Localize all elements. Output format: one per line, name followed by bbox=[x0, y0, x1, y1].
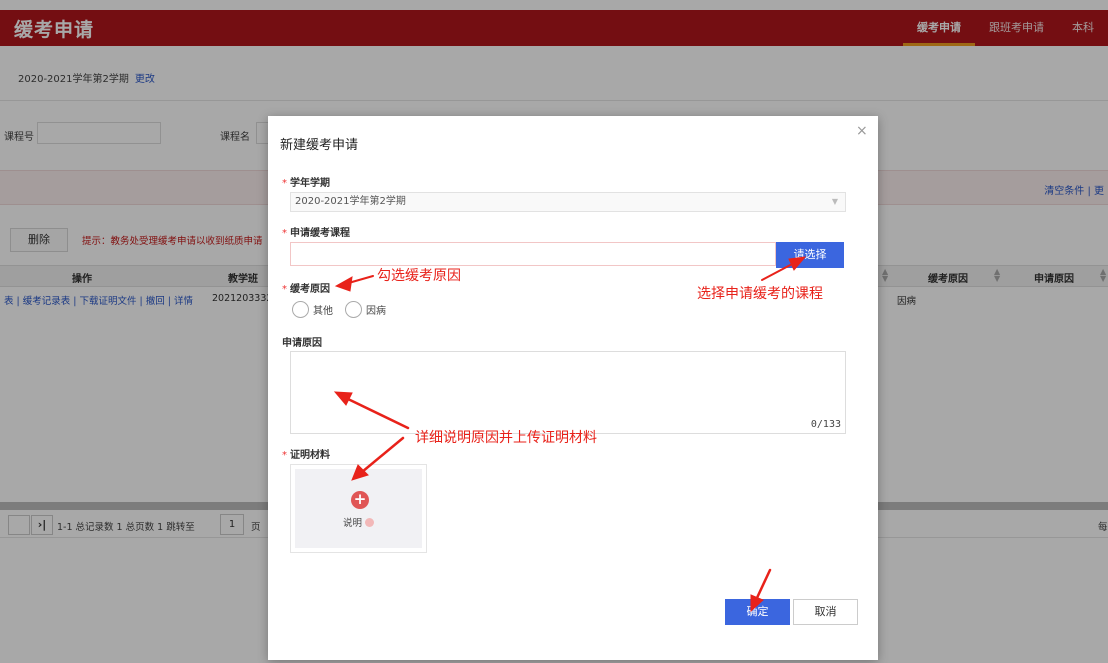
apply-reason-textarea[interactable]: 0/133 bbox=[290, 351, 846, 434]
confirm-button[interactable]: 确定 bbox=[725, 599, 790, 625]
char-count: 0/133 bbox=[810, 419, 841, 430]
required-mark: * bbox=[282, 178, 287, 189]
upload-area[interactable]: + 说明 bbox=[295, 469, 422, 548]
radio-circle[interactable] bbox=[292, 301, 309, 318]
proof-upload[interactable]: + 说明 bbox=[290, 464, 427, 553]
term-select[interactable]: 2020-2021学年第2学期 ▼ bbox=[290, 192, 846, 212]
radio-other[interactable]: 其他 bbox=[292, 301, 333, 318]
course-label: * 申请缓考课程 bbox=[282, 228, 350, 239]
close-icon[interactable]: × bbox=[856, 123, 868, 139]
cancel-button[interactable]: 取消 bbox=[793, 599, 858, 625]
upload-hint: 说明 bbox=[343, 515, 375, 529]
required-mark: * bbox=[282, 228, 287, 239]
proof-label: * 证明材料 bbox=[282, 450, 330, 461]
new-deferral-dialog: 新建缓考申请 × * 学年学期 2020-2021学年第2学期 ▼ * 申请缓考课程… bbox=[268, 116, 878, 660]
radio-illness[interactable]: 因病 bbox=[345, 301, 386, 318]
info-icon[interactable] bbox=[365, 517, 375, 527]
required-mark: * bbox=[282, 284, 287, 295]
annotation-reason: 勾选缓考原因 bbox=[377, 268, 461, 284]
dialog-title: 新建缓考申请 bbox=[280, 138, 359, 153]
choose-course-button[interactable]: 请选择 bbox=[776, 242, 844, 268]
dropdown-arrow-icon: ▼ bbox=[831, 197, 838, 206]
annotation-course: 选择申请缓考的课程 bbox=[697, 286, 823, 302]
term-label: * 学年学期 bbox=[282, 178, 330, 189]
reason-label: * 缓考原因 bbox=[282, 284, 330, 295]
annotation-detail: 详细说明原因并上传证明材料 bbox=[415, 430, 597, 446]
apply-reason-label: 申请原因 bbox=[282, 338, 322, 349]
plus-icon[interactable]: + bbox=[351, 491, 369, 509]
required-mark: * bbox=[282, 450, 287, 461]
term-select-value: 2020-2021学年第2学期 bbox=[295, 196, 406, 207]
course-input[interactable] bbox=[290, 242, 776, 266]
radio-circle[interactable] bbox=[345, 301, 362, 318]
